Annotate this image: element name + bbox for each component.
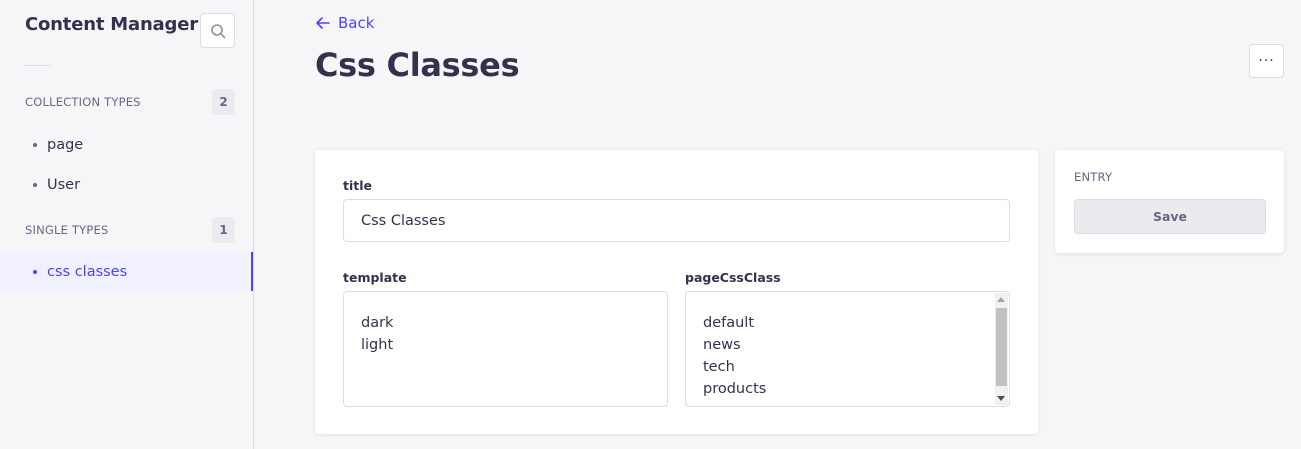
pagecssclass-select[interactable]: default news tech products <box>685 291 1010 407</box>
listbox-scrollbar[interactable] <box>995 293 1008 405</box>
single-types-count: 1 <box>212 217 235 243</box>
pagecssclass-field-label: pageCssClass <box>685 270 781 285</box>
entry-heading: ENTRY <box>1074 170 1113 184</box>
pagecssclass-option[interactable]: tech <box>703 356 1009 378</box>
pagecssclass-option[interactable]: products <box>703 378 1009 400</box>
sidebar-item-label: css classes <box>47 263 128 280</box>
template-select[interactable]: dark light <box>343 291 668 407</box>
save-button[interactable]: Save <box>1074 199 1266 234</box>
page-title: Css Classes <box>315 46 520 84</box>
collection-types-count: 2 <box>212 89 235 115</box>
sidebar-item-css-classes[interactable]: css classes <box>0 252 253 291</box>
pagecssclass-option[interactable]: news <box>703 334 1009 356</box>
search-icon <box>210 23 225 38</box>
template-field-label: template <box>343 270 407 285</box>
entry-panel: ENTRY Save <box>1055 150 1284 253</box>
more-actions-button[interactable]: ··· <box>1249 44 1284 78</box>
collection-types-label: COLLECTION TYPES <box>25 95 141 109</box>
pagecssclass-option[interactable]: default <box>703 312 1009 334</box>
sidebar-divider <box>25 65 50 66</box>
back-link[interactable]: Back <box>316 14 374 32</box>
search-button[interactable] <box>200 13 235 48</box>
scroll-up-icon[interactable] <box>997 297 1005 302</box>
sidebar-title: Content Manager <box>25 14 198 35</box>
more-icon: ··· <box>1258 53 1275 69</box>
sidebar-item-page[interactable]: page <box>0 125 253 164</box>
sidebar: Content Manager COLLECTION TYPES 2 page … <box>0 0 254 449</box>
bullet-icon <box>33 182 37 187</box>
single-types-section: SINGLE TYPES 1 <box>25 217 235 243</box>
template-option[interactable]: dark <box>361 312 667 334</box>
collection-types-section: COLLECTION TYPES 2 <box>25 89 235 115</box>
arrow-left-icon <box>316 17 330 29</box>
scrollbar-thumb[interactable] <box>996 308 1007 386</box>
sidebar-item-label: User <box>47 176 81 193</box>
sidebar-item-user[interactable]: User <box>0 165 253 204</box>
edit-form-card: title template dark light pageCssClass d… <box>315 150 1038 434</box>
sidebar-item-label: page <box>47 136 84 153</box>
back-label: Back <box>338 14 375 32</box>
single-types-label: SINGLE TYPES <box>25 223 109 237</box>
bullet-icon <box>33 142 37 147</box>
bullet-icon <box>33 269 37 274</box>
scroll-down-icon[interactable] <box>997 396 1005 401</box>
title-field-label: title <box>343 178 372 193</box>
title-input[interactable] <box>343 199 1010 242</box>
template-option[interactable]: light <box>361 334 667 356</box>
